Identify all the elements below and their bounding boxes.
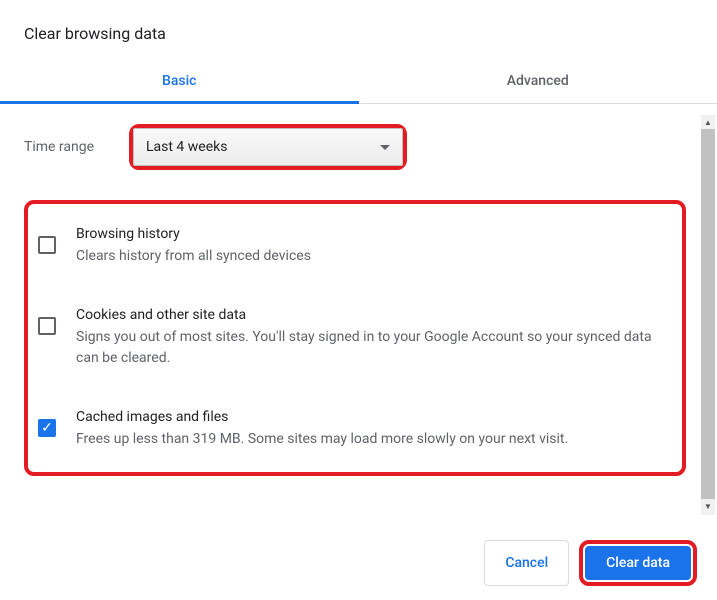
highlight-time-range: Last 4 weeks — [129, 124, 407, 170]
checkbox-cookies[interactable] — [38, 317, 56, 335]
clear-data-button[interactable]: Clear data — [585, 546, 691, 580]
checkbox-cache[interactable]: ✓ — [38, 419, 56, 437]
option-text: Cached images and files Frees up less th… — [76, 409, 668, 450]
highlight-clear-button: Clear data — [579, 540, 697, 586]
dialog-content: Time range Last 4 weeks Browsing history… — [0, 104, 717, 504]
cancel-button[interactable]: Cancel — [484, 540, 569, 586]
highlight-options: Browsing history Clears history from all… — [24, 200, 686, 476]
option-desc: Clears history from all synced devices — [76, 246, 668, 267]
time-range-select[interactable]: Last 4 weeks — [133, 128, 403, 166]
option-title: Cached images and files — [76, 409, 668, 425]
tabs: Basic Advanced — [0, 59, 717, 104]
time-range-label: Time range — [24, 139, 129, 155]
dialog-title: Clear browsing data — [0, 0, 717, 59]
option-browsing-history[interactable]: Browsing history Clears history from all… — [30, 216, 676, 277]
option-cache[interactable]: ✓ Cached images and files Frees up less … — [30, 399, 676, 460]
option-desc: Frees up less than 319 MB. Some sites ma… — [76, 429, 668, 450]
time-range-value: Last 4 weeks — [146, 139, 227, 155]
checkmark-icon: ✓ — [41, 421, 53, 435]
time-range-row: Time range Last 4 weeks — [24, 124, 693, 170]
option-cookies[interactable]: Cookies and other site data Signs you ou… — [30, 297, 676, 379]
chevron-down-icon — [380, 145, 390, 150]
clear-browsing-data-dialog: Clear browsing data Basic Advanced ▲ ▼ T… — [0, 0, 717, 600]
tab-advanced[interactable]: Advanced — [359, 59, 717, 103]
option-title: Browsing history — [76, 226, 668, 242]
checkbox-browsing-history[interactable] — [38, 236, 56, 254]
dialog-footer: Cancel Clear data — [0, 528, 717, 600]
tab-basic[interactable]: Basic — [0, 59, 359, 103]
option-text: Browsing history Clears history from all… — [76, 226, 668, 267]
option-title: Cookies and other site data — [76, 307, 668, 323]
option-text: Cookies and other site data Signs you ou… — [76, 307, 668, 369]
option-desc: Signs you out of most sites. You'll stay… — [76, 327, 668, 369]
